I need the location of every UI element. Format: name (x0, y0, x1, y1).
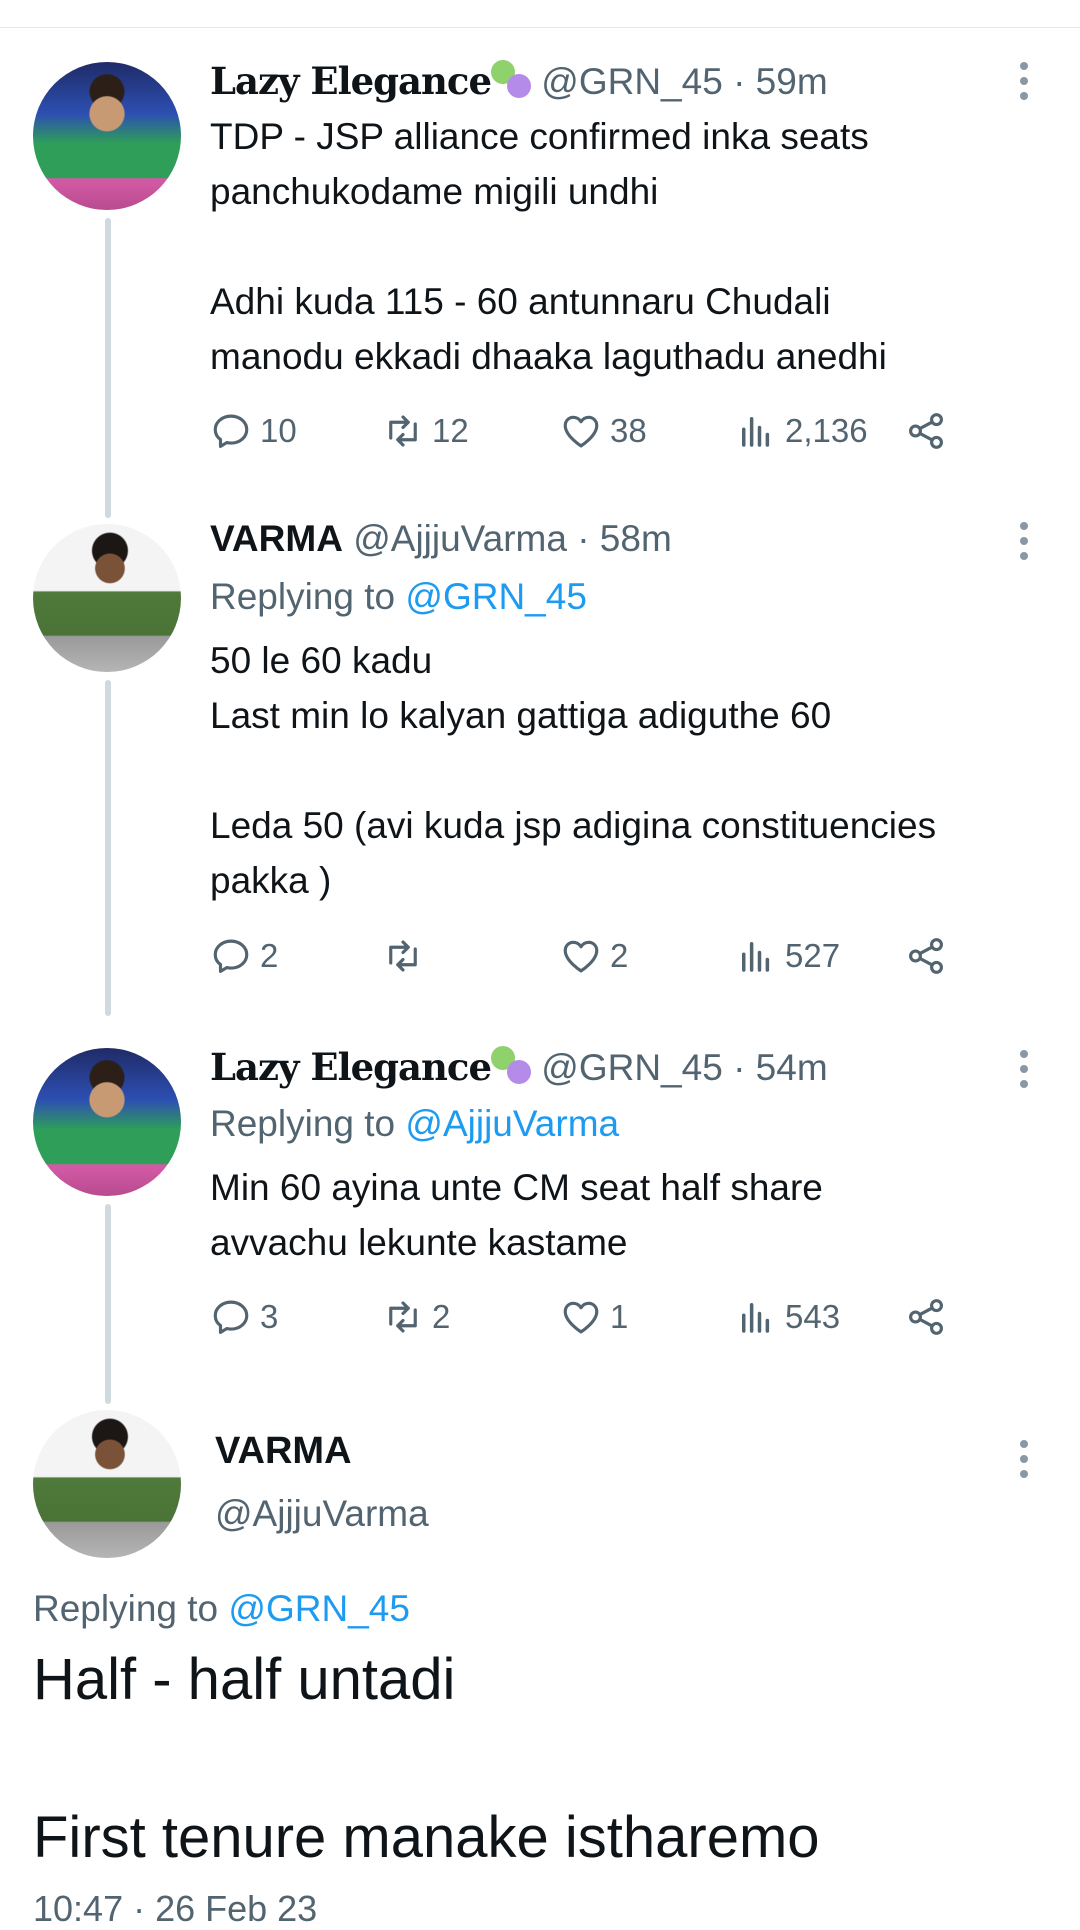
tweet-text-line: First tenure manake istharemo (33, 1805, 820, 1870)
username[interactable]: @GRN_45 (541, 1047, 723, 1088)
retweet-icon (389, 415, 417, 447)
views-count: 2,136 (785, 412, 868, 449)
display-name[interactable]: VARMA (210, 518, 343, 559)
thread-line (105, 680, 111, 1016)
avatar[interactable] (33, 62, 181, 210)
display-name[interactable]: Lazy Elegance (210, 1045, 492, 1089)
tweet-time[interactable]: · 54m (733, 1047, 828, 1088)
replying-to-link[interactable]: @AjjjuVarma (405, 1103, 619, 1144)
like-button[interactable]: 2 (560, 935, 628, 977)
more-icon[interactable] (1018, 522, 1030, 567)
reply-icon (213, 1300, 249, 1334)
views-button[interactable]: 527 (735, 935, 840, 977)
reply-button[interactable]: 10 (210, 410, 297, 452)
share-icon (909, 1299, 943, 1335)
reply-icon (213, 939, 249, 973)
like-button[interactable]: 1 (560, 1296, 628, 1338)
replying-to-link[interactable]: @GRN_45 (228, 1588, 410, 1629)
username[interactable]: @AjjjuVarma (215, 1493, 429, 1535)
performing-arts-masks-icon (491, 1046, 531, 1086)
tweet-text: Min 60 ayina unte CM seat half share avv… (210, 1167, 823, 1263)
tweet-text: 50 le 60 kadu Last min lo kalyan gattiga… (210, 640, 937, 901)
reply-count: 2 (260, 937, 279, 974)
username[interactable]: @GRN_45 (541, 61, 723, 102)
views-icon (742, 942, 770, 972)
share-button[interactable] (905, 410, 955, 452)
tweet-time[interactable]: · 59m (733, 61, 828, 102)
heart-icon (563, 940, 599, 973)
retweet-icon (389, 1301, 417, 1333)
tweet-text: TDP - JSP alliance confirmed inka seats … (210, 116, 887, 377)
top-divider (0, 27, 1080, 28)
replying-label: Replying to (210, 1103, 396, 1144)
tweet-text-line: Half - half untadi (33, 1647, 456, 1712)
reply-button[interactable]: 2 (210, 935, 278, 977)
performing-arts-masks-icon (491, 60, 531, 100)
avatar[interactable] (33, 1410, 181, 1558)
replying-to-link[interactable]: @GRN_45 (405, 576, 587, 617)
share-icon (909, 938, 943, 974)
reply-icon (213, 414, 249, 448)
replying-to: Replying to @GRN_45 (210, 576, 587, 618)
tweet-timestamp[interactable]: 10:47 · 26 Feb 23 (33, 1888, 317, 1930)
like-count: 2 (610, 937, 629, 974)
display-name[interactable]: Lazy Elegance (210, 59, 492, 103)
reply-count: 3 (260, 1298, 279, 1335)
views-count: 527 (785, 937, 841, 974)
username[interactable]: @AjjjuVarma (353, 518, 567, 559)
tweet-actions: 3 2 1 543 (210, 1296, 970, 1346)
retweet-count: 2 (432, 1298, 451, 1335)
share-button[interactable] (905, 935, 955, 977)
more-icon[interactable] (1018, 62, 1030, 107)
views-button[interactable]: 543 (735, 1296, 840, 1338)
retweet-count: 12 (432, 412, 469, 449)
reply-button[interactable]: 3 (210, 1296, 278, 1338)
replying-label: Replying to (210, 576, 396, 617)
tweet-actions: 10 12 38 2,136 (210, 410, 970, 460)
retweet-button[interactable]: 12 (382, 410, 469, 452)
more-icon[interactable] (1018, 1050, 1030, 1095)
tweet-header: Lazy Elegance @GRN_45 · 59m (210, 57, 828, 106)
tweet-header: Lazy Elegance @GRN_45 · 54m (210, 1043, 828, 1092)
tweet-time[interactable]: · 58m (577, 518, 672, 559)
heart-icon (563, 415, 599, 448)
views-button[interactable]: 2,136 (735, 410, 868, 452)
retweet-button[interactable]: 2 (382, 1296, 450, 1338)
tweet-header: VARMA @AjjjuVarma · 58m (210, 515, 672, 563)
retweet-button[interactable] (382, 935, 432, 977)
avatar[interactable] (33, 1048, 181, 1196)
views-count: 543 (785, 1298, 841, 1335)
like-button[interactable]: 38 (560, 410, 647, 452)
avatar[interactable] (33, 524, 181, 672)
more-icon[interactable] (1018, 1440, 1030, 1485)
display-name[interactable]: VARMA (215, 1430, 352, 1473)
views-icon (742, 1303, 770, 1333)
thread-line (105, 218, 111, 518)
thread-line (105, 1204, 111, 1404)
share-icon (909, 413, 943, 449)
share-button[interactable] (905, 1296, 955, 1338)
heart-icon (563, 1301, 599, 1334)
retweet-icon (389, 940, 417, 972)
replying-to: Replying to @AjjjuVarma (210, 1103, 619, 1145)
replying-label: Replying to (33, 1588, 219, 1629)
replying-to: Replying to @GRN_45 (33, 1588, 410, 1630)
tweet-actions: 2 2 527 (210, 935, 970, 985)
like-count: 1 (610, 1298, 629, 1335)
like-count: 38 (610, 412, 647, 449)
views-icon (742, 417, 770, 447)
reply-count: 10 (260, 412, 297, 449)
